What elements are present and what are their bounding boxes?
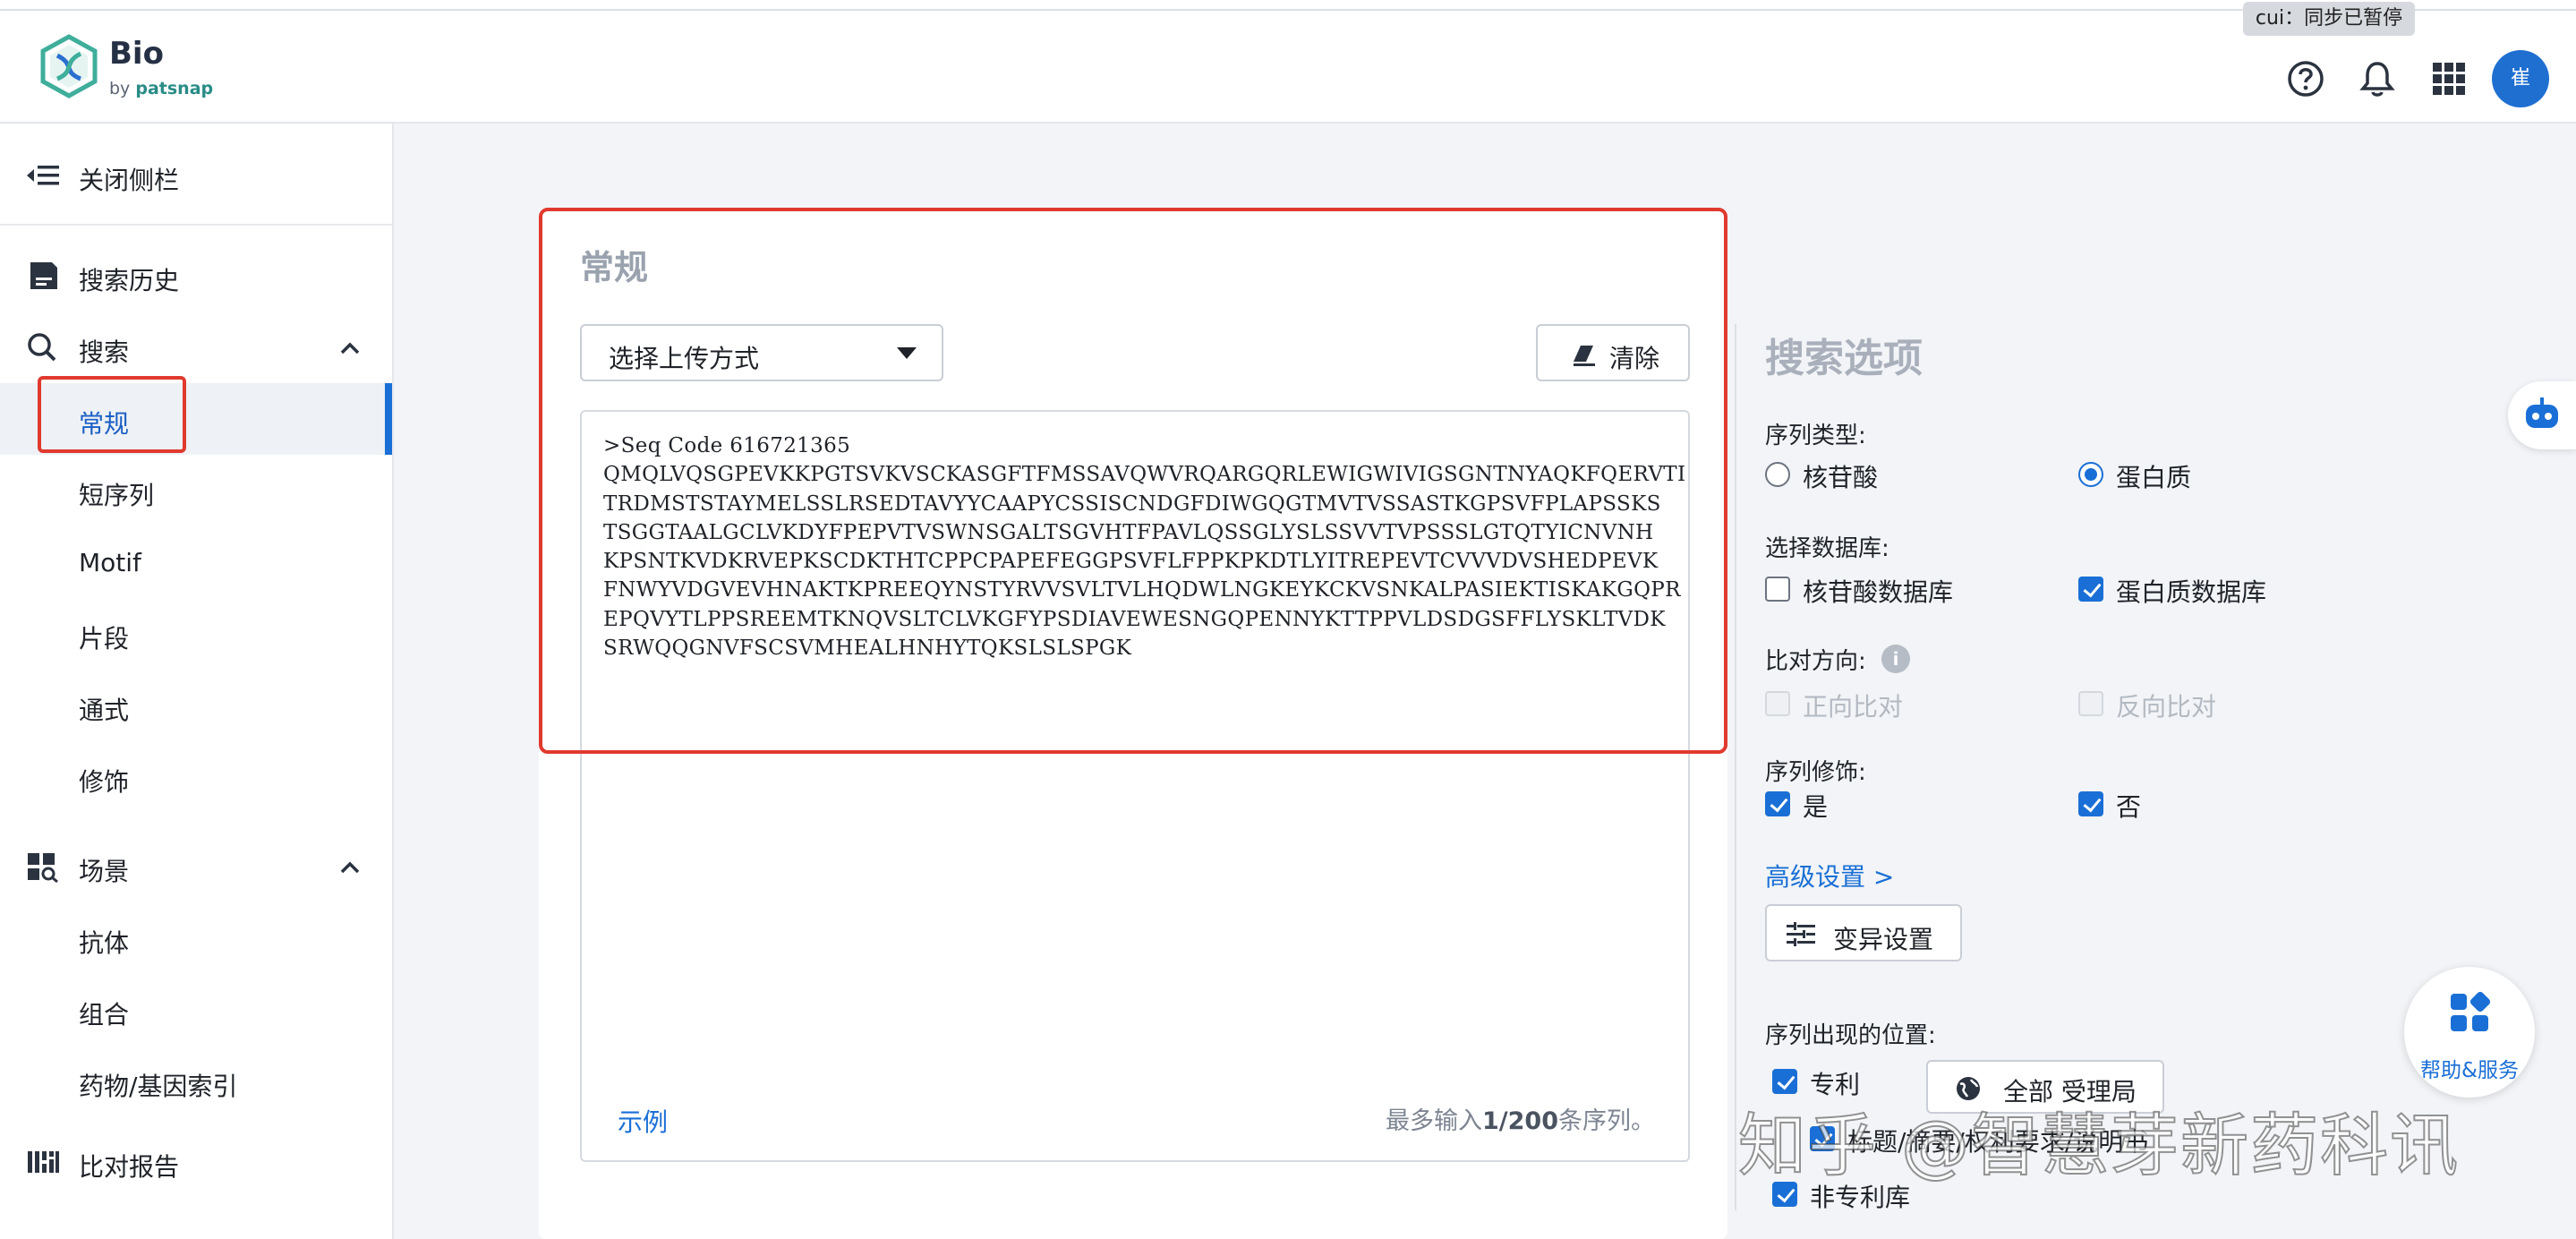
sidebar-item-label: 搜索历史 <box>79 266 180 295</box>
sidebar-item-label: 片段 <box>79 624 130 654</box>
variant-settings-label: 变异设置 <box>1833 925 1934 954</box>
sidebar-item-label: 组合 <box>79 1000 130 1030</box>
active-indicator <box>385 383 392 455</box>
help-service-label: 帮助&服务 <box>2420 1059 2519 1082</box>
sidebar-item-formula[interactable]: 通式 <box>0 670 392 741</box>
options-title: 搜索选项 <box>1765 336 1923 381</box>
sidebar-item-combination[interactable]: 组合 <box>0 974 392 1046</box>
sidebar-item-label: 药物/基因索引 <box>79 1072 238 1101</box>
apps-grid-icon[interactable] <box>2429 59 2469 98</box>
sidebar-item-label: Motif <box>79 548 141 577</box>
location-label: 序列出现的位置: <box>1765 1022 1936 1049</box>
highlight-box-sidebar <box>38 376 186 453</box>
browser-top-strip <box>0 0 2576 11</box>
sidebar-item-short-sequence[interactable]: 短序列 <box>0 455 392 526</box>
sidebar-group-search[interactable]: 搜索 <box>0 312 392 383</box>
robot-icon <box>2526 397 2558 428</box>
sidebar-item-report[interactable]: 比对报告 <box>0 1126 392 1198</box>
checkbox-label: 核苷酸数据库 <box>1803 577 1954 607</box>
bio-logo[interactable]: Bio by patsnap <box>39 34 218 106</box>
sidebar-group-scene[interactable]: 场景 <box>0 831 392 902</box>
sidebar-item-antibody[interactable]: 抗体 <box>0 902 392 974</box>
sliders-icon <box>1787 922 1815 946</box>
app-name: Bio <box>109 36 164 72</box>
direction-label: 比对方向: <box>1765 648 1866 675</box>
seq-type-label: 序列类型: <box>1765 423 1866 449</box>
example-link[interactable]: 示例 <box>618 1103 668 1139</box>
options-divider <box>1735 324 1736 1210</box>
sidebar-item-history[interactable]: 搜索历史 <box>0 240 392 312</box>
radio-label: 核苷酸 <box>1803 463 1879 492</box>
app-byline: by patsnap <box>109 79 214 98</box>
modification-label: 序列修饰: <box>1765 759 1866 786</box>
sidebar-item-fragment[interactable]: 片段 <box>0 598 392 670</box>
history-icon <box>30 262 57 289</box>
help-service-button[interactable]: 帮助&服务 <box>2404 967 2535 1098</box>
sidebar-item-label: 比对报告 <box>79 1152 180 1182</box>
variant-settings-button[interactable]: 变异设置 <box>1765 904 1962 961</box>
checkbox-label: 正向比对 <box>1803 692 1904 722</box>
sidebar-group-label: 场景 <box>79 857 130 886</box>
radio-button[interactable] <box>1765 462 1790 487</box>
sidebar-item-label: 通式 <box>79 696 130 725</box>
search-icon <box>28 333 56 362</box>
checkbox-label: 是 <box>1803 792 1829 822</box>
sidebar-group-label: 搜索 <box>79 338 130 367</box>
sidebar-item-label: 修饰 <box>79 767 130 797</box>
watermark-text: 知乎 @智慧芽新药科讯 <box>1737 1105 2461 1186</box>
sidebar-item-label: 短序列 <box>79 481 155 510</box>
close-sidebar-button[interactable]: 关闭侧栏 <box>0 140 392 211</box>
checkbox[interactable] <box>1765 691 1790 716</box>
sidebar-item-label: 抗体 <box>79 928 130 958</box>
checkbox-label: 否 <box>2116 792 2142 822</box>
advanced-settings-link[interactable]: 高级设置 > <box>1765 858 1894 893</box>
bio-logo-icon <box>40 34 98 98</box>
sidebar: 关闭侧栏 搜索历史 搜索 常规 短序列 Motif 片段 通式 修饰 场景 抗体… <box>0 124 394 1239</box>
checkbox[interactable] <box>1765 577 1790 602</box>
radio-button[interactable] <box>2078 462 2103 487</box>
checkbox[interactable] <box>1765 791 1790 816</box>
scene-icon <box>28 853 58 883</box>
sidebar-item-motif[interactable]: Motif <box>0 526 392 598</box>
checkbox[interactable] <box>2078 691 2103 716</box>
report-icon <box>28 1151 59 1173</box>
checkbox-label: 反向比对 <box>2116 692 2217 722</box>
max-sequences-note: 最多输入1/200条序列。 <box>1386 1107 1656 1135</box>
highlight-box-main <box>539 208 1727 754</box>
sidebar-divider <box>0 224 392 226</box>
database-label: 选择数据库: <box>1765 535 1889 562</box>
close-sidebar-label: 关闭侧栏 <box>79 166 180 195</box>
checkbox[interactable] <box>2078 577 2103 602</box>
chevron-up-icon[interactable] <box>337 335 363 362</box>
user-avatar[interactable]: 崔 <box>2492 50 2549 107</box>
collapse-sidebar-icon <box>27 166 59 185</box>
radio-label: 蛋白质 <box>2116 463 2192 492</box>
help-icon[interactable] <box>2286 59 2325 98</box>
chevron-up-icon[interactable] <box>337 854 363 881</box>
sidebar-item-drug-gene-index[interactable]: 药物/基因索引 <box>0 1046 392 1117</box>
checkbox-label: 蛋白质数据库 <box>2116 577 2267 607</box>
sidebar-item-modification[interactable]: 修饰 <box>0 741 392 813</box>
checkbox[interactable] <box>2078 791 2103 816</box>
app-header: Bio by patsnap 崔 <box>0 11 2576 124</box>
bell-icon[interactable] <box>2358 59 2397 98</box>
info-icon[interactable]: i <box>1881 645 1910 673</box>
help-service-icon <box>2451 992 2490 1031</box>
assistant-robot-button[interactable] <box>2508 381 2576 449</box>
sync-status-tooltip: cui：同步已暂停 <box>2243 2 2415 36</box>
